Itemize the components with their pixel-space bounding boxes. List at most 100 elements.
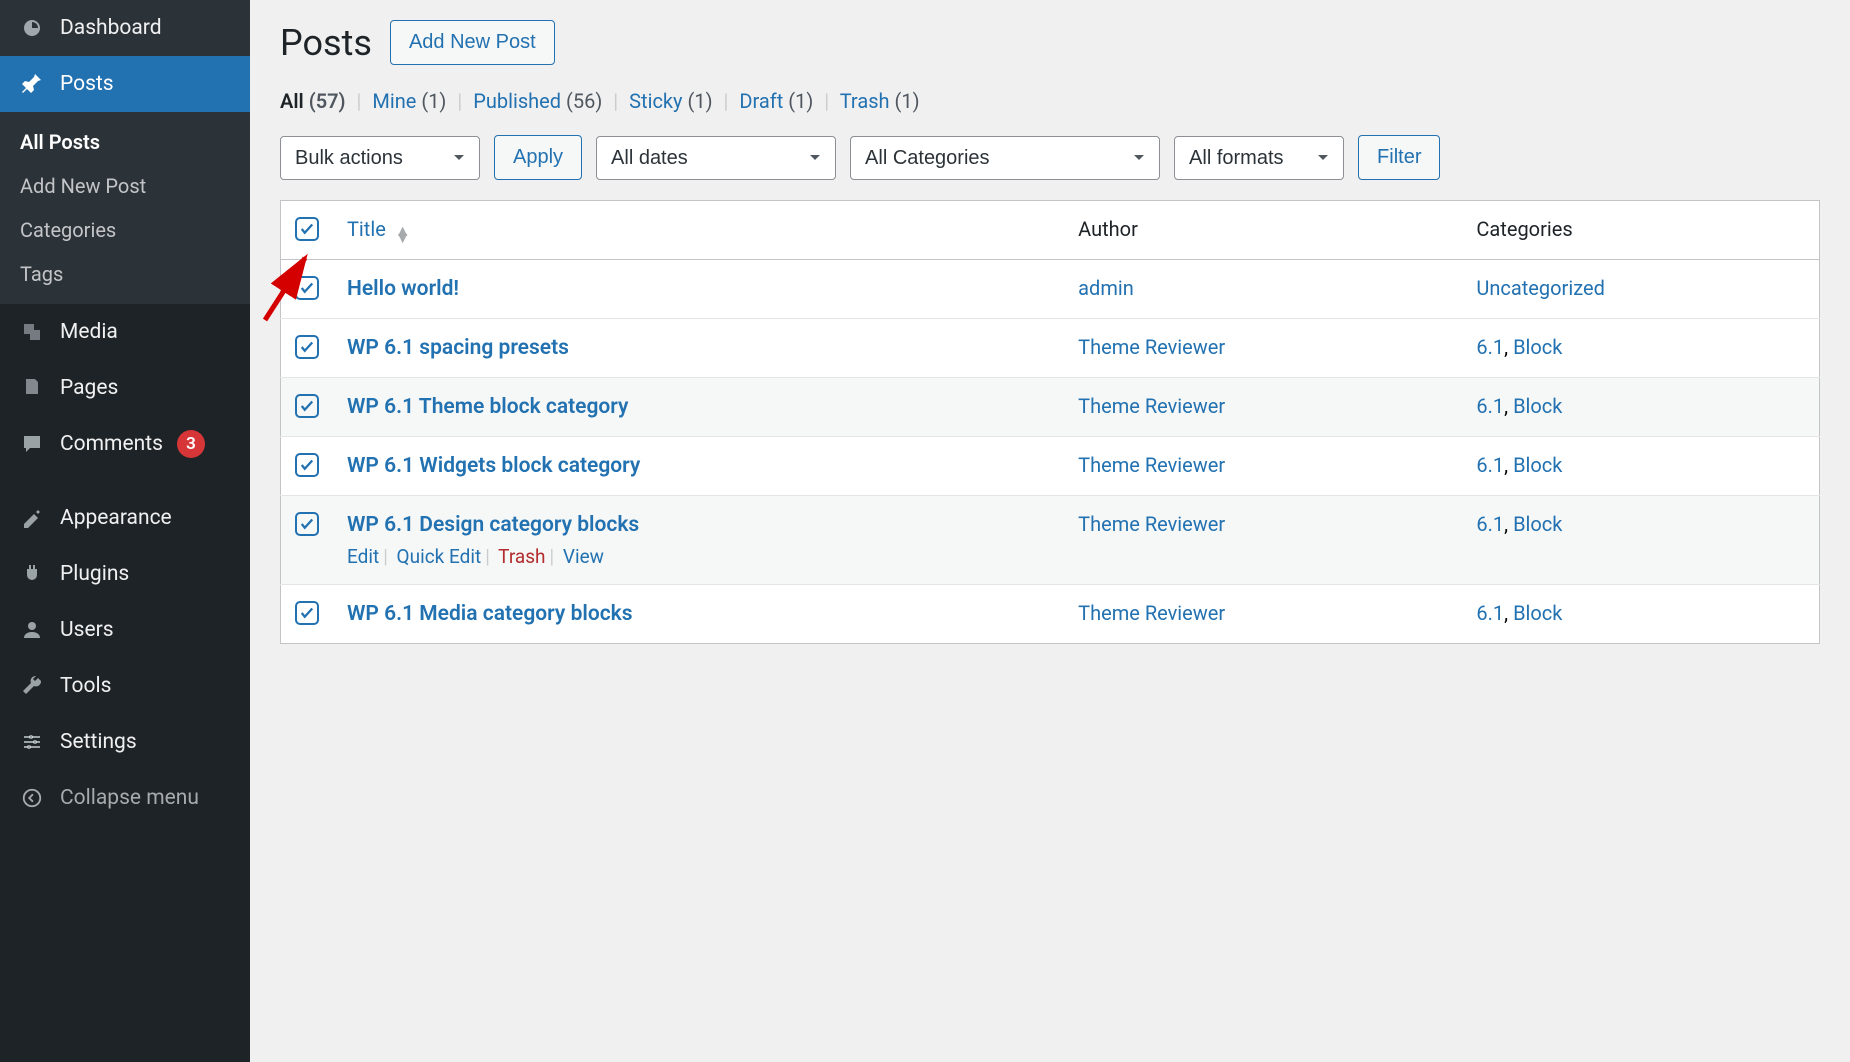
- filter-draft[interactable]: Draft (1): [739, 89, 813, 113]
- row-checkbox[interactable]: [295, 453, 319, 477]
- author-link[interactable]: Theme Reviewer: [1078, 335, 1225, 359]
- sidebar-item-label: Users: [60, 618, 114, 642]
- submenu-tags[interactable]: Tags: [0, 252, 250, 296]
- format-filter-select[interactable]: All formats: [1174, 136, 1344, 180]
- row-checkbox[interactable]: [295, 512, 319, 536]
- filter-all[interactable]: All (57): [280, 89, 346, 113]
- author-link[interactable]: Theme Reviewer: [1078, 394, 1225, 418]
- posts-table: Title ▲▼ Author Categories Hello world! …: [280, 200, 1820, 644]
- post-title-link[interactable]: WP 6.1 Theme block category: [347, 395, 628, 419]
- sidebar-item-media[interactable]: Media: [0, 304, 250, 360]
- collapse-label: Collapse menu: [60, 786, 199, 810]
- category-link[interactable]: Block: [1513, 601, 1562, 625]
- sidebar-item-label: Pages: [60, 376, 118, 400]
- sidebar-item-label: Appearance: [60, 506, 172, 530]
- status-filter-links: All (57) | Mine (1) | Published (56) | S…: [280, 89, 1820, 113]
- sidebar-item-comments[interactable]: Comments 3: [0, 416, 250, 472]
- table-row: Hello world! admin Uncategorized: [281, 260, 1820, 319]
- table-row: WP 6.1 Media category blocks Theme Revie…: [281, 585, 1820, 644]
- category-filter-select[interactable]: All Categories: [850, 136, 1160, 180]
- filter-published[interactable]: Published (56): [473, 89, 602, 113]
- author-link[interactable]: Theme Reviewer: [1078, 453, 1225, 477]
- row-checkbox[interactable]: [295, 394, 319, 418]
- filter-trash[interactable]: Trash (1): [840, 89, 920, 113]
- main-content: Posts Add New Post All (57) | Mine (1) |…: [250, 0, 1850, 1062]
- posts-submenu: All Posts Add New Post Categories Tags: [0, 112, 250, 304]
- category-link[interactable]: Block: [1513, 453, 1562, 477]
- submenu-all-posts[interactable]: All Posts: [0, 120, 250, 164]
- post-title-link[interactable]: Hello world!: [347, 277, 459, 301]
- sidebar-item-label: Settings: [60, 730, 137, 754]
- category-link[interactable]: Block: [1513, 394, 1562, 418]
- row-checkbox[interactable]: [295, 601, 319, 625]
- title-column-header[interactable]: Title ▲▼: [333, 201, 1064, 260]
- table-row: WP 6.1 Theme block category Theme Review…: [281, 378, 1820, 437]
- users-icon: [18, 616, 46, 644]
- sort-icon: ▲▼: [395, 227, 411, 241]
- table-row: WP 6.1 Design category blocks Edit| Quic…: [281, 496, 1820, 585]
- sidebar-item-dashboard[interactable]: Dashboard: [0, 0, 250, 56]
- row-checkbox[interactable]: [295, 276, 319, 300]
- sidebar-item-settings[interactable]: Settings: [0, 714, 250, 770]
- dashboard-icon: [18, 14, 46, 42]
- submenu-add-new-post[interactable]: Add New Post: [0, 164, 250, 208]
- trash-link[interactable]: Trash: [498, 545, 545, 568]
- post-title-link[interactable]: WP 6.1 Design category blocks: [347, 513, 639, 537]
- comments-icon: [18, 430, 46, 458]
- sidebar-item-label: Posts: [60, 72, 114, 96]
- author-column-header[interactable]: Author: [1064, 201, 1462, 260]
- bulk-actions-select[interactable]: Bulk actions: [280, 136, 480, 180]
- collapse-icon: [18, 784, 46, 812]
- filter-sticky[interactable]: Sticky (1): [629, 89, 712, 113]
- media-icon: [18, 318, 46, 346]
- appearance-icon: [18, 504, 46, 532]
- sidebar-item-plugins[interactable]: Plugins: [0, 546, 250, 602]
- category-link[interactable]: 6.1: [1476, 453, 1504, 477]
- edit-link[interactable]: Edit: [347, 545, 379, 568]
- category-link[interactable]: Block: [1513, 335, 1562, 359]
- quick-edit-link[interactable]: Quick Edit: [397, 545, 482, 568]
- collapse-menu[interactable]: Collapse menu: [0, 770, 250, 826]
- category-link[interactable]: 6.1: [1476, 601, 1504, 625]
- tools-icon: [18, 672, 46, 700]
- pages-icon: [18, 374, 46, 402]
- page-header: Posts Add New Post: [280, 20, 1820, 65]
- pin-icon: [18, 70, 46, 98]
- sidebar-item-users[interactable]: Users: [0, 602, 250, 658]
- sidebar-item-label: Dashboard: [60, 16, 162, 40]
- author-link[interactable]: Theme Reviewer: [1078, 512, 1225, 536]
- filter-mine[interactable]: Mine (1): [372, 89, 446, 113]
- author-link[interactable]: Theme Reviewer: [1078, 601, 1225, 625]
- category-link[interactable]: 6.1: [1476, 394, 1504, 418]
- add-new-post-button[interactable]: Add New Post: [390, 20, 555, 65]
- author-link[interactable]: admin: [1078, 276, 1134, 300]
- post-title-link[interactable]: WP 6.1 Widgets block category: [347, 454, 640, 478]
- comments-badge: 3: [177, 430, 205, 458]
- select-all-header: [281, 201, 334, 260]
- view-link[interactable]: View: [563, 545, 604, 568]
- sidebar-item-pages[interactable]: Pages: [0, 360, 250, 416]
- category-link[interactable]: 6.1: [1476, 335, 1504, 359]
- post-title-link[interactable]: WP 6.1 Media category blocks: [347, 602, 633, 626]
- category-link[interactable]: Uncategorized: [1476, 276, 1604, 300]
- post-title-link[interactable]: WP 6.1 spacing presets: [347, 336, 569, 360]
- select-all-checkbox[interactable]: [295, 217, 319, 241]
- categories-column-header[interactable]: Categories: [1462, 201, 1819, 260]
- row-actions: Edit| Quick Edit| Trash| View: [347, 545, 1050, 568]
- sidebar-item-tools[interactable]: Tools: [0, 658, 250, 714]
- filter-button[interactable]: Filter: [1358, 135, 1440, 180]
- category-link[interactable]: 6.1: [1476, 512, 1504, 536]
- sidebar-item-label: Media: [60, 320, 118, 344]
- table-row: WP 6.1 Widgets block category Theme Revi…: [281, 437, 1820, 496]
- sidebar-item-appearance[interactable]: Appearance: [0, 490, 250, 546]
- filter-toolbar: Bulk actions Apply All dates All Categor…: [280, 135, 1820, 180]
- apply-button[interactable]: Apply: [494, 135, 582, 180]
- submenu-categories[interactable]: Categories: [0, 208, 250, 252]
- settings-icon: [18, 728, 46, 756]
- sidebar-item-posts[interactable]: Posts: [0, 56, 250, 112]
- category-link[interactable]: Block: [1513, 512, 1562, 536]
- row-checkbox[interactable]: [295, 335, 319, 359]
- date-filter-select[interactable]: All dates: [596, 136, 836, 180]
- page-title: Posts: [280, 22, 372, 64]
- sidebar-item-label: Tools: [60, 674, 111, 698]
